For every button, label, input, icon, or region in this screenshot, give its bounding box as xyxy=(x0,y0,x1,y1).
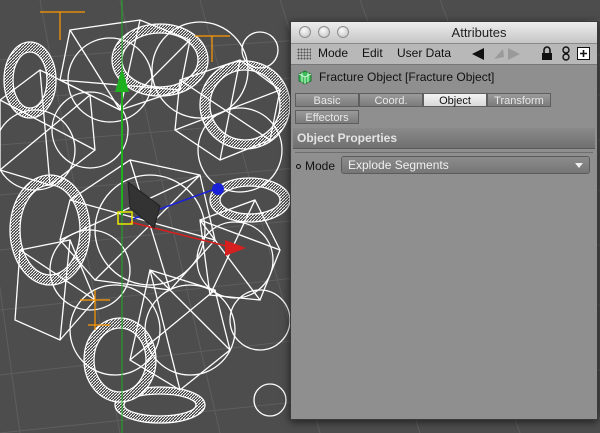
tab-transform[interactable]: Transform xyxy=(487,93,551,107)
arrow-right-icon[interactable] xyxy=(507,47,521,61)
menu-edit[interactable]: Edit xyxy=(362,46,383,60)
title-bar[interactable]: Attributes xyxy=(291,22,597,44)
lock-icon[interactable] xyxy=(541,46,553,61)
menu-bar: Mode Edit User Data xyxy=(291,44,597,65)
z-axis-handle xyxy=(212,183,224,195)
attributes-window[interactable]: Attributes Mode Edit User Data Fracture … xyxy=(290,21,598,420)
mode-label: Mode xyxy=(305,159,336,173)
tab-object[interactable]: Object xyxy=(423,93,487,107)
object-header: Fracture Object [Fracture Object] xyxy=(291,66,597,88)
divider xyxy=(295,152,593,153)
menu-user-data[interactable]: User Data xyxy=(397,46,451,60)
fracture-object-icon xyxy=(298,70,312,85)
animation-bullet-icon[interactable] xyxy=(296,164,301,169)
section-title: Object Properties xyxy=(297,131,398,145)
chevron-down-icon xyxy=(575,163,583,168)
menu-mode[interactable]: Mode xyxy=(318,46,348,60)
mode-dropdown-value: Explode Segments xyxy=(348,158,449,172)
arrow-left-icon[interactable] xyxy=(471,47,485,61)
object-title: Fracture Object [Fracture Object] xyxy=(319,70,495,84)
tab-effectors[interactable]: Effectors xyxy=(295,110,359,124)
section-object-properties: Object Properties xyxy=(293,128,595,149)
grip-icon[interactable] xyxy=(297,48,311,60)
tab-coord[interactable]: Coord. xyxy=(359,93,423,107)
tab-basic[interactable]: Basic xyxy=(295,93,359,107)
new-window-icon[interactable] xyxy=(577,47,590,60)
window-title: Attributes xyxy=(451,25,507,40)
mode-dropdown[interactable]: Explode Segments xyxy=(341,156,590,174)
link-icon[interactable] xyxy=(561,46,571,62)
arrow-up-icon[interactable] xyxy=(491,47,505,61)
